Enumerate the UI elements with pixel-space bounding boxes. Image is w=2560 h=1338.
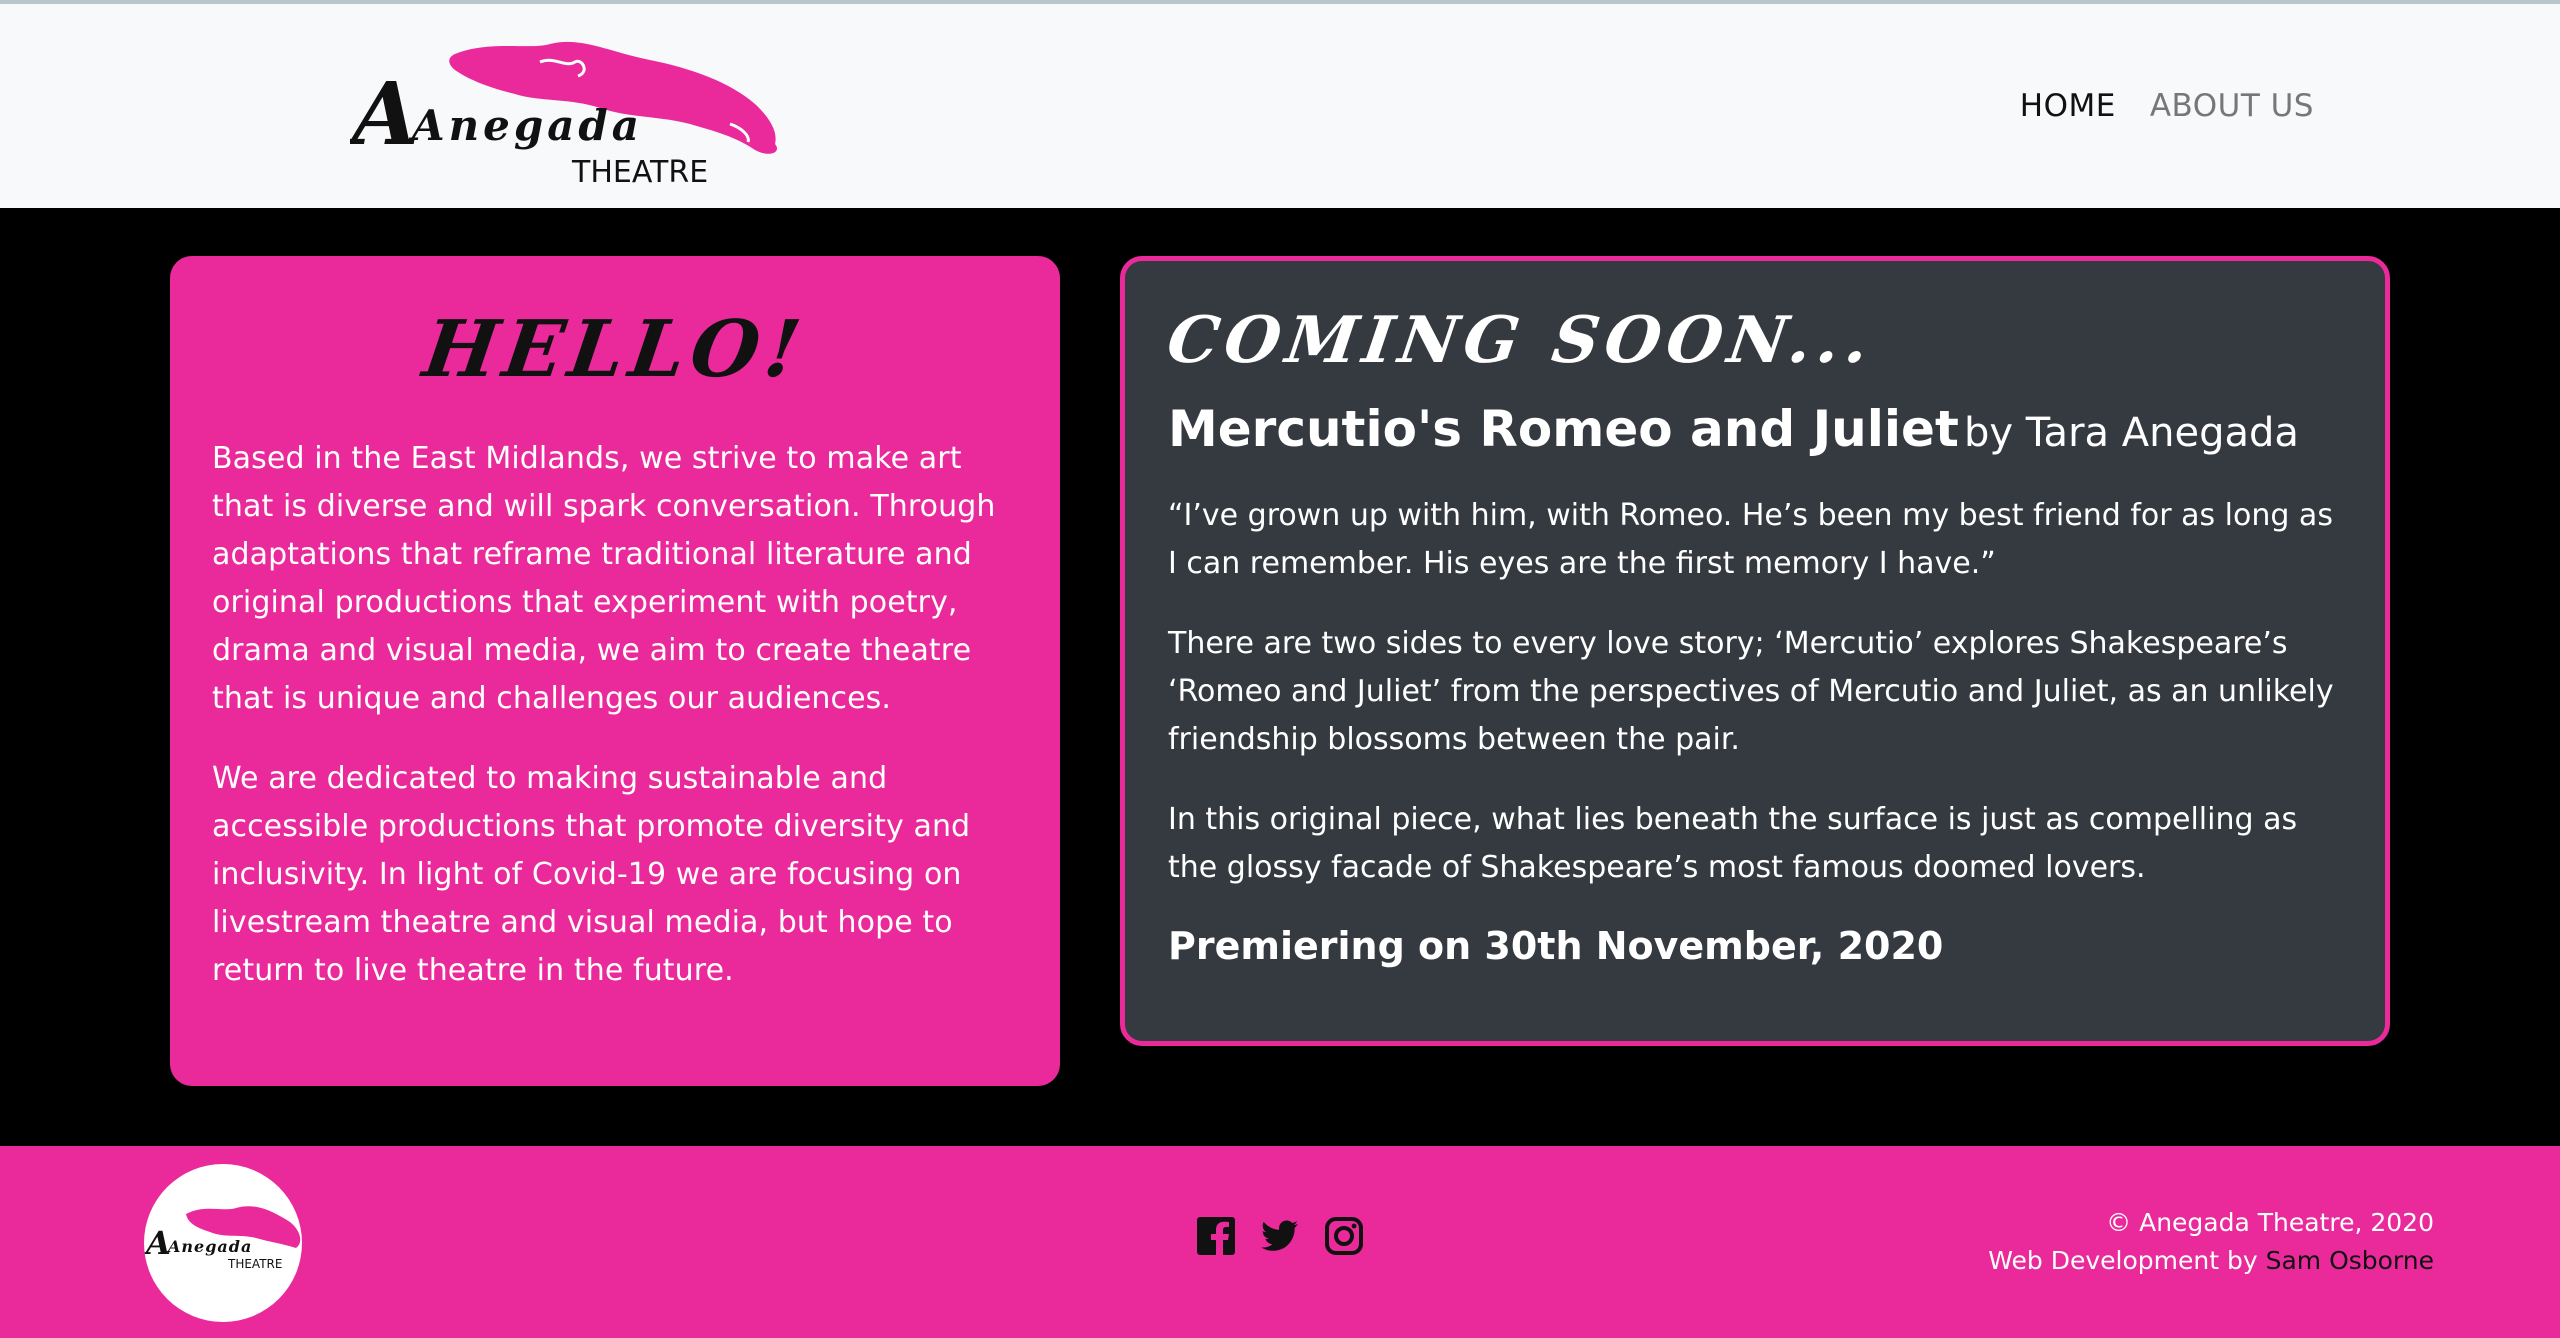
hello-title: HELLO!	[418, 304, 812, 395]
nav-home[interactable]: HOME	[2020, 88, 2116, 124]
svg-text:A: A	[144, 1224, 171, 1262]
nav-about-us[interactable]: ABOUT US	[2150, 88, 2314, 124]
dev-name-link[interactable]: Sam Osborne	[2266, 1246, 2434, 1275]
footer-logo: A Anegada THEATRE	[144, 1164, 302, 1322]
instagram-icon[interactable]	[1324, 1216, 1364, 1256]
hello-paragraph-1: Based in the East Midlands, we strive to…	[212, 441, 996, 716]
main-content: HELLO! Based in the East Midlands, we st…	[0, 208, 2560, 1146]
site-footer: A Anegada THEATRE © Anegada Theatre, 202…	[0, 1146, 2560, 1338]
social-links	[1196, 1216, 1364, 1256]
logo-letter-a: A	[350, 64, 419, 165]
premiere-date: Premiering on 30th November, 2020	[1168, 924, 1944, 968]
main-nav: HOME ABOUT US	[2020, 88, 2314, 124]
logo-word: Anegada	[408, 101, 643, 150]
svg-text:THEATRE: THEATRE	[227, 1257, 282, 1271]
svg-text:Anegada: Anegada	[166, 1237, 252, 1256]
dev-prefix: Web Development by	[1988, 1246, 2258, 1275]
play-quote: “I’ve grown up with him, with Romeo. He’…	[1168, 498, 2333, 581]
play-heading: Mercutio's Romeo and Juliet by Tara Aneg…	[1168, 400, 2345, 458]
play-description-2: In this original piece, what lies beneat…	[1168, 802, 2298, 885]
hello-paragraph-2: We are dedicated to making sustainable a…	[212, 761, 971, 988]
play-author: by Tara Anegada	[1963, 410, 2299, 456]
site-header: A Anegada THEATRE HOME ABOUT US	[0, 0, 2560, 208]
twitter-icon[interactable]	[1260, 1216, 1300, 1256]
coming-soon-card: COMING SOON... Mercutio's Romeo and Juli…	[1120, 256, 2390, 1046]
copyright-text: © Anegada Theatre, 2020	[2106, 1208, 2434, 1237]
play-title: Mercutio's Romeo and Juliet	[1168, 400, 1959, 458]
footer-credits: © Anegada Theatre, 2020 Web Development …	[1988, 1204, 2434, 1280]
play-description-1: There are two sides to every love story;…	[1168, 626, 2334, 757]
facebook-icon[interactable]	[1196, 1216, 1236, 1256]
hello-card: HELLO! Based in the East Midlands, we st…	[170, 256, 1060, 1086]
site-logo[interactable]: A Anegada THEATRE	[350, 32, 790, 192]
logo-sub: THEATRE	[571, 155, 708, 190]
coming-soon-title: COMING SOON...	[1162, 303, 1880, 378]
dev-credit: Web Development by Sam Osborne	[1988, 1242, 2434, 1280]
